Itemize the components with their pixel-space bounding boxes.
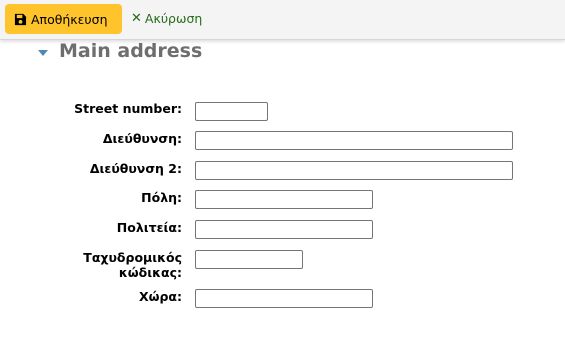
x-icon: ✕ <box>131 11 142 26</box>
zipcode-label: Ταχυδρομικός κώδικας: <box>83 250 182 280</box>
city-label: Πόλη: <box>141 190 182 205</box>
zipcode-label-line2: κώδικας: <box>118 265 182 280</box>
caret-down-icon <box>38 49 48 56</box>
street-number-input[interactable] <box>195 102 268 121</box>
zipcode-input[interactable] <box>195 250 303 269</box>
address-input[interactable] <box>195 131 513 150</box>
country-input[interactable] <box>195 289 373 308</box>
toolbar: Αποθήκευση ✕ Ακύρωση <box>0 0 565 40</box>
cancel-link-label: Ακύρωση <box>144 11 203 26</box>
address2-label: Διεύθυνση 2: <box>89 161 182 176</box>
section-title: Main address <box>59 40 203 62</box>
address2-input[interactable] <box>195 161 513 180</box>
save-button-label: Αποθήκευση <box>31 11 108 27</box>
cancel-link[interactable]: ✕ Ακύρωση <box>131 11 202 26</box>
save-button[interactable]: Αποθήκευση <box>5 4 122 34</box>
country-label: Χώρα: <box>138 289 182 304</box>
zipcode-label-line1: Ταχυδρομικός <box>83 250 182 265</box>
section-header[interactable]: Main address <box>38 40 202 62</box>
floppy-disk-icon <box>14 13 27 26</box>
state-input[interactable] <box>195 220 373 239</box>
state-label: Πολιτεία: <box>116 220 182 235</box>
city-input[interactable] <box>195 190 373 209</box>
address-label: Διεύθυνση: <box>102 131 182 146</box>
street-number-label: Street number: <box>74 101 182 116</box>
